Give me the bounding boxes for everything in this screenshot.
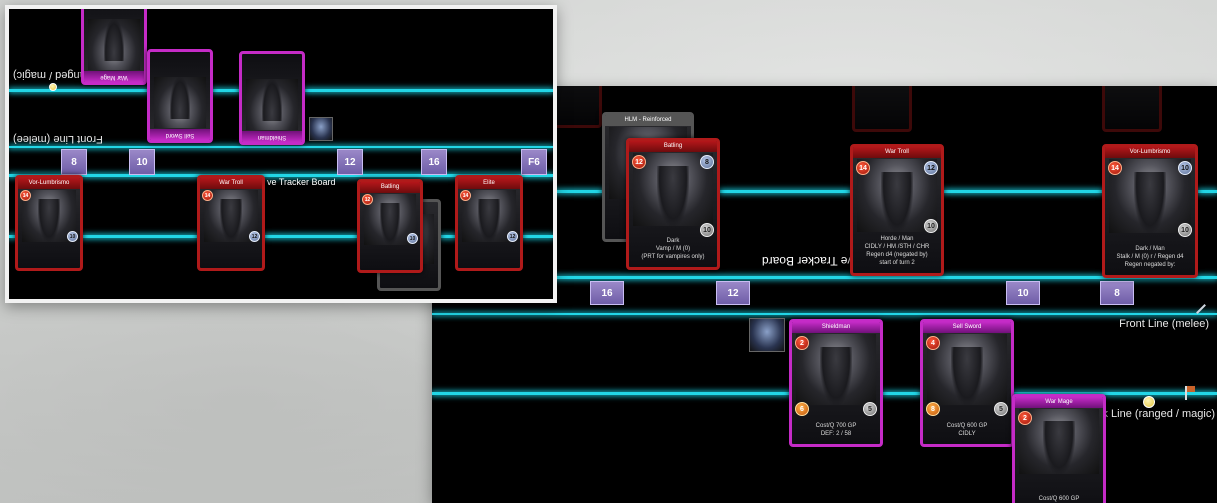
front-line-label: Front Line (melee) xyxy=(1119,318,1209,330)
board-title: ve Tracker Board xyxy=(762,254,854,268)
health-badge: 10 xyxy=(407,233,418,244)
player-card-shieldman[interactable]: Shieldman xyxy=(239,51,305,145)
player-card-war-mage[interactable]: War Mage 2 Cost/Q 600 GP xyxy=(1012,394,1106,503)
card-title: Elite xyxy=(458,178,520,189)
defense-badge: 10 xyxy=(1178,161,1192,175)
attack-badge: 2 xyxy=(1018,411,1032,425)
attack-badge: 14 xyxy=(20,190,31,201)
health-badge: 12 xyxy=(507,231,518,242)
player-card-war-mage[interactable]: War Mage xyxy=(81,9,147,85)
track-tile[interactable]: 16 xyxy=(590,281,624,305)
enemy-card-batling[interactable]: Batling 12 10 xyxy=(357,179,423,273)
card-title: Vor-Lumbrismo xyxy=(1105,147,1195,158)
card-title: Sell Sword xyxy=(923,322,1011,333)
track-tile[interactable]: 8 xyxy=(61,149,87,175)
card-text: Cost/Q 600 GP CIDLY xyxy=(946,423,988,437)
enemy-card-war-troll[interactable]: War Troll 14 12 10 Horde / Man CIDLY / H… xyxy=(850,144,944,276)
card-title: Shieldman xyxy=(242,131,302,142)
card-title: Vor-Lumbrismo xyxy=(18,178,80,189)
card-text: Dark Vamp / M (0) (PRT for vampires only… xyxy=(641,238,705,260)
card-text: Cost/Q 600 GP xyxy=(1038,496,1080,502)
front-line-label: Front Line (melee) xyxy=(13,133,103,145)
card-title: HLM - Reinforced xyxy=(605,115,691,126)
enemy-card-elite[interactable]: Elite 14 12 xyxy=(455,175,523,271)
front-lane-line xyxy=(9,146,553,148)
player-card-sell-sword[interactable]: Sell Sword xyxy=(147,49,213,143)
defense-badge: 8 xyxy=(700,155,714,169)
health-badge: 10 xyxy=(700,223,714,237)
defense-badge: 5 xyxy=(863,402,877,416)
track-tile[interactable]: 12 xyxy=(716,281,750,305)
flag-icon xyxy=(1185,386,1195,400)
card-title: War Troll xyxy=(200,178,262,189)
ghost-card xyxy=(852,86,912,132)
card-text: Dark / Man Stalk / M (0) r / Regen d4 Re… xyxy=(1116,246,1184,268)
token-icon[interactable] xyxy=(1143,396,1155,408)
card-title: Shieldman xyxy=(792,322,880,333)
token-icon[interactable] xyxy=(49,83,57,91)
card-title: War Mage xyxy=(1015,397,1103,408)
health-badge: 6 xyxy=(795,402,809,416)
player-card-shieldman[interactable]: Shieldman 2 6 5 Cost/Q 700 GP DEF: 2 / 5… xyxy=(789,319,883,447)
card-title: War Mage xyxy=(84,71,144,82)
health-badge: 10 xyxy=(1178,223,1192,237)
portrait-thumbnail[interactable] xyxy=(749,318,785,352)
card-title: War Troll xyxy=(853,147,941,158)
attack-badge: 14 xyxy=(1108,161,1122,175)
card-title: Batling xyxy=(360,182,420,193)
health-badge: 10 xyxy=(67,231,78,242)
track-tile[interactable]: 8 xyxy=(1100,281,1134,305)
attack-badge: 14 xyxy=(202,190,213,201)
track-tile[interactable]: 10 xyxy=(129,149,155,175)
health-badge: 8 xyxy=(926,402,940,416)
attack-badge: 2 xyxy=(795,336,809,350)
track-tile[interactable]: F6 xyxy=(521,149,547,175)
enemy-card-batling[interactable]: Batling 12 8 10 Dark Vamp / M (0) (PRT f… xyxy=(626,138,720,270)
defense-badge: 12 xyxy=(924,161,938,175)
player-card-sell-sword[interactable]: Sell Sword 4 8 5 Cost/Q 600 GP CIDLY xyxy=(920,319,1014,447)
defense-badge: 5 xyxy=(994,402,1008,416)
ghost-card xyxy=(1102,86,1162,132)
health-badge: 12 xyxy=(249,231,260,242)
card-art xyxy=(88,18,140,70)
attack-badge: 4 xyxy=(926,336,940,350)
track-tile[interactable]: 10 xyxy=(1006,281,1040,305)
card-title: Batling xyxy=(629,141,717,152)
board-title: ve Tracker Board xyxy=(267,177,336,187)
attack-badge: 14 xyxy=(460,190,471,201)
track-tile[interactable]: 12 xyxy=(337,149,363,175)
attack-badge: 12 xyxy=(632,155,646,169)
card-title: Sell Sword xyxy=(150,129,210,140)
tracker-board-inset: Back Line (ranged / magic) Front Line (m… xyxy=(5,5,557,303)
attack-badge: 12 xyxy=(362,194,373,205)
enemy-card-vor-lumbrismo[interactable]: Vor-Lumbrismo 14 10 10 Dark / Man Stalk … xyxy=(1102,144,1198,278)
card-art xyxy=(154,76,206,128)
card-text: Horde / Man CIDLY / HM /STH / CHR Regen … xyxy=(864,236,930,266)
attack-badge: 14 xyxy=(856,161,870,175)
enemy-card-war-troll[interactable]: War Troll 14 12 xyxy=(197,175,265,271)
health-badge: 10 xyxy=(924,219,938,233)
card-text: Cost/Q 700 GP DEF: 2 / 58 xyxy=(815,423,857,437)
track-tile[interactable]: 16 xyxy=(421,149,447,175)
card-art xyxy=(246,78,298,130)
portrait-thumbnail[interactable] xyxy=(309,117,333,141)
front-lane-line xyxy=(432,313,1217,315)
enemy-card-vor-lumbrismo[interactable]: Vor-Lumbrismo 14 10 xyxy=(15,175,83,271)
